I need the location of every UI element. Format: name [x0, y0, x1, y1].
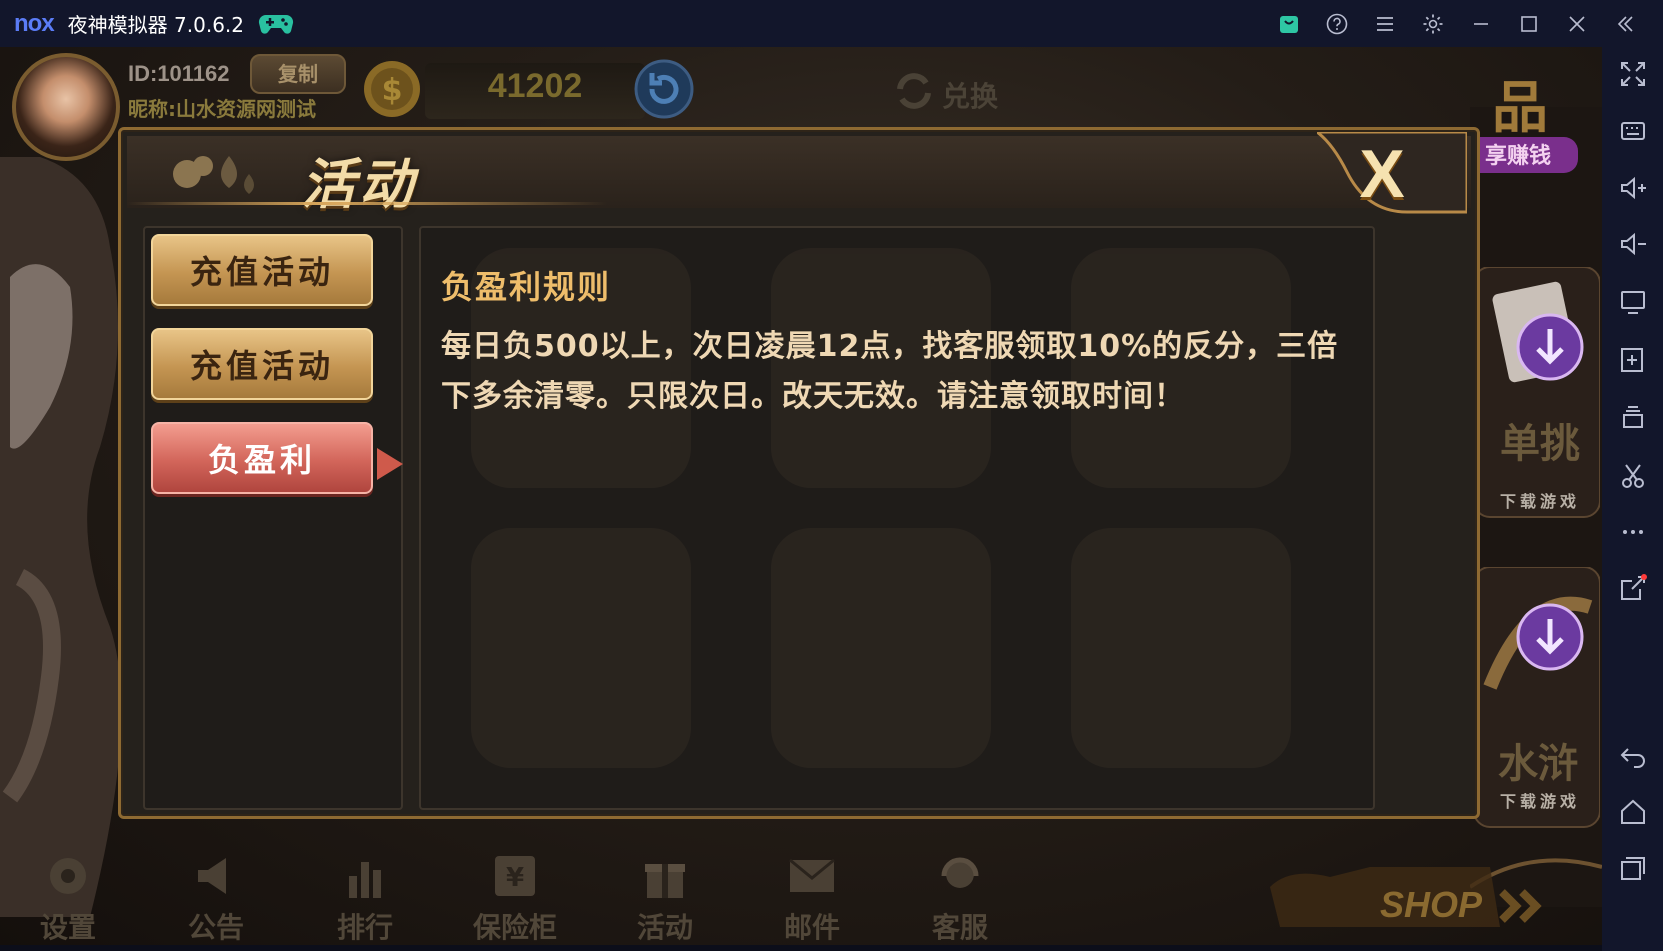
svg-text:单挑: 单挑 [1500, 421, 1580, 467]
svg-text:SHOP: SHOP [1380, 884, 1483, 925]
svg-text:水浒: 水浒 [1498, 741, 1578, 787]
megaphone-icon [198, 858, 226, 894]
nav-label: 保险柜 [472, 911, 557, 944]
active-item-arrow-icon [377, 448, 403, 480]
avatar[interactable] [12, 53, 120, 161]
nav-ranking[interactable]: 排行 [305, 852, 425, 944]
nav-announcement[interactable]: 公告 [156, 852, 276, 944]
refresh-balance-icon[interactable] [632, 57, 696, 121]
nav-label: 邮件 [783, 911, 840, 944]
gamepad-icon[interactable] [258, 11, 294, 37]
keyboard-icon[interactable] [1602, 107, 1663, 153]
card-suits-icon [173, 156, 254, 194]
game-download-card[interactable]: 水浒 下载游戏 [1470, 566, 1601, 847]
nickname: 昵称:山水资源网测试 [128, 97, 316, 121]
rule-title: 负盈利规则 [441, 268, 612, 306]
exchange-button[interactable]: 兑换 [942, 75, 998, 115]
collapse-sidebar-icon[interactable] [1601, 0, 1649, 47]
nox-logo: nox [14, 9, 55, 37]
menu-item-negative-profit[interactable]: 负盈利 [151, 422, 373, 494]
user-id: ID:101162 [128, 61, 230, 86]
game-viewport: 品 享赚钱 单挑 下载游戏 水浒 下载游戏 ID:101162 复制 昵称:山水… [0, 47, 1602, 951]
menu-item-recharge[interactable]: 充值活动 [151, 234, 373, 306]
exchange-icon[interactable] [892, 69, 936, 113]
nav-settings[interactable]: 设置 [8, 852, 128, 944]
background-watermark [471, 248, 1291, 768]
close-window-icon[interactable] [1553, 0, 1601, 47]
more-icon[interactable] [1602, 509, 1663, 555]
nav-label: 客服 [931, 911, 988, 944]
home-icon[interactable] [1602, 789, 1663, 835]
nav-label: 活动 [636, 911, 693, 944]
game-download-card[interactable]: 单挑 下载游戏 [1470, 266, 1601, 537]
activity-menu: 充值活动 充值活动 负盈利 [143, 226, 403, 810]
coin-amount: 41202 [487, 67, 583, 105]
dialog-title: 活动 [301, 152, 417, 216]
header-divider [127, 202, 607, 205]
scissors-icon[interactable] [1602, 453, 1663, 499]
emulator-toolbar [1602, 47, 1663, 951]
headset-icon [941, 857, 979, 888]
gear-icon [50, 858, 86, 894]
screen-icon[interactable] [1602, 279, 1663, 325]
nav-activity[interactable]: 活动 [605, 852, 725, 944]
safe-icon: ¥ [495, 856, 535, 896]
copy-id-button[interactable]: 复制 [250, 54, 346, 94]
close-icon[interactable]: X [1345, 138, 1419, 210]
rule-body: 每日负500以上，次日凌晨12点，找客服领取10%的反分，三倍下多余清零。只限次… [441, 329, 1339, 414]
dialog-header: 活动 X [127, 132, 1471, 216]
back-icon[interactable] [1602, 733, 1663, 779]
nav-support[interactable]: 客服 [900, 852, 1020, 944]
svg-text:下载游戏: 下载游戏 [1500, 492, 1580, 511]
menu-item-recharge-2[interactable]: 充值活动 [151, 328, 373, 400]
shop-button[interactable]: SHOP [1270, 847, 1570, 947]
fullscreen-icon[interactable] [1602, 51, 1663, 97]
volume-up-icon[interactable] [1602, 165, 1663, 211]
svg-text:品: 品 [1492, 75, 1548, 141]
nav-safe[interactable]: ¥ 保险柜 [455, 852, 575, 944]
settings-gear-icon[interactable] [1409, 0, 1457, 47]
svg-text:享赚钱: 享赚钱 [1485, 143, 1551, 169]
recent-apps-icon[interactable] [1602, 845, 1663, 891]
coin-icon: $ [364, 61, 420, 117]
svg-text:¥: ¥ [506, 863, 524, 893]
bar-chart-icon [349, 862, 381, 898]
nav-mail[interactable]: 邮件 [752, 852, 872, 944]
activity-dialog: 活动 X 充值活动 充值活动 负盈利 负盈利规则 每日负500以上，次日凌晨12… [118, 127, 1480, 819]
svg-text:$: $ [382, 73, 403, 108]
maximize-icon[interactable] [1505, 0, 1553, 47]
multi-instance-icon[interactable] [1602, 395, 1663, 441]
share-icon[interactable] [1602, 565, 1663, 611]
mail-icon [789, 858, 835, 892]
gift-icon [645, 864, 685, 898]
window-controls [1265, 0, 1649, 47]
activity-content: 负盈利规则 每日负500以上，次日凌晨12点，找客服领取10%的反分，三倍下多余… [419, 226, 1375, 810]
game-bottom-edge [0, 945, 1602, 951]
help-icon[interactable] [1313, 0, 1361, 47]
emulator-title-bar: nox 夜神模拟器 7.0.6.2 [0, 0, 1663, 47]
install-apk-icon[interactable] [1602, 337, 1663, 383]
svg-text:下载游戏: 下载游戏 [1500, 792, 1580, 811]
volume-down-icon[interactable] [1602, 221, 1663, 267]
nav-label: 排行 [336, 911, 393, 944]
window-title: 夜神模拟器 7.0.6.2 [67, 13, 244, 37]
store-bag-icon[interactable] [1265, 0, 1313, 47]
minimize-icon[interactable] [1457, 0, 1505, 47]
game-card-art: 单挑 下载游戏 [1473, 266, 1601, 518]
nav-label: 设置 [39, 911, 96, 944]
nav-label: 公告 [187, 911, 244, 944]
menu-icon[interactable] [1361, 0, 1409, 47]
game-card-art: 水浒 下载游戏 [1473, 566, 1601, 828]
